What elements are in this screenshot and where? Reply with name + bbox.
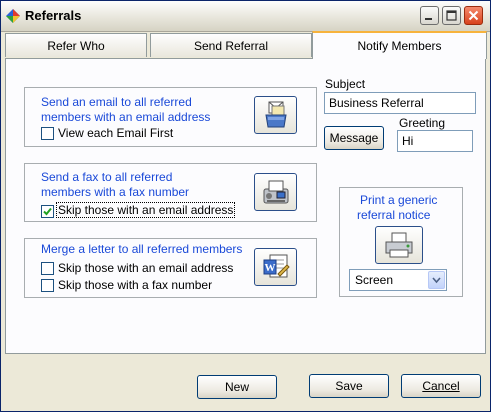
dropdown-arrow[interactable]	[428, 271, 445, 289]
fax-machine-icon	[263, 180, 289, 204]
maximize-icon	[446, 10, 457, 21]
fax-skip-email-label[interactable]: Skip those with an email address	[55, 202, 236, 218]
save-button[interactable]: Save	[309, 374, 389, 398]
fax-skip-email-checkbox[interactable]	[41, 205, 54, 218]
close-button[interactable]	[464, 6, 483, 25]
checkmark-icon	[43, 207, 52, 216]
svg-text:W: W	[265, 262, 276, 274]
referrals-window: Referrals Refer Who Send Referral Send a…	[0, 0, 491, 412]
minimize-button[interactable]	[420, 6, 439, 25]
print-button[interactable]	[375, 226, 423, 264]
fax-group-line2: members with a fax number	[41, 185, 190, 199]
notify-members-panel: Send an email to all referred members wi…	[5, 58, 486, 354]
view-each-email-label[interactable]: View each Email First	[58, 126, 173, 140]
email-outbox-icon	[265, 101, 287, 128]
chevron-down-icon	[432, 277, 441, 284]
tab-send-referral[interactable]: Send Referral	[150, 33, 312, 57]
print-output-value: Screen	[355, 273, 394, 287]
letter-skip-fax-label[interactable]: Skip those with a fax number	[58, 278, 212, 292]
send-email-button[interactable]	[254, 96, 297, 134]
print-group-line1: Print a generic	[360, 193, 438, 207]
fax-group-line1: Send a fax to all referred	[41, 170, 173, 184]
print-group-line2: referral notice	[357, 208, 431, 222]
send-fax-button[interactable]	[254, 173, 297, 211]
letter-skip-fax-checkbox[interactable]	[41, 279, 54, 292]
greeting-label: Greeting	[399, 116, 446, 130]
subject-field[interactable]: Business Referral	[324, 92, 476, 114]
letter-skip-email-checkbox[interactable]	[41, 262, 54, 275]
view-each-email-checkbox[interactable]	[41, 127, 54, 140]
app-diamond-icon	[6, 9, 20, 23]
email-group-line2: members with an email address	[41, 110, 211, 124]
title-bar[interactable]: Referrals	[1, 1, 490, 32]
message-button[interactable]: Message	[324, 126, 384, 150]
tab-refer-who[interactable]: Refer Who	[5, 33, 147, 57]
window-title: Referrals	[25, 8, 82, 23]
greeting-field[interactable]: Hi	[397, 130, 473, 152]
maximize-button[interactable]	[442, 6, 461, 25]
cancel-button[interactable]: Cancel	[401, 374, 481, 398]
email-group-line1: Send an email to all referred	[41, 95, 192, 109]
word-document-icon: W	[263, 254, 290, 278]
subject-label: Subject	[325, 77, 366, 91]
minimize-icon	[425, 18, 432, 20]
tab-notify-members[interactable]: Notify Members	[312, 31, 487, 59]
print-output-select[interactable]: Screen	[349, 269, 447, 291]
letter-skip-email-label[interactable]: Skip those with an email address	[58, 261, 233, 275]
letter-group-line1: Merge a letter to all referred members	[41, 242, 243, 256]
printer-icon	[385, 232, 413, 258]
close-icon	[468, 10, 479, 21]
merge-letter-button[interactable]: W	[254, 248, 297, 286]
new-button[interactable]: New	[197, 375, 277, 399]
